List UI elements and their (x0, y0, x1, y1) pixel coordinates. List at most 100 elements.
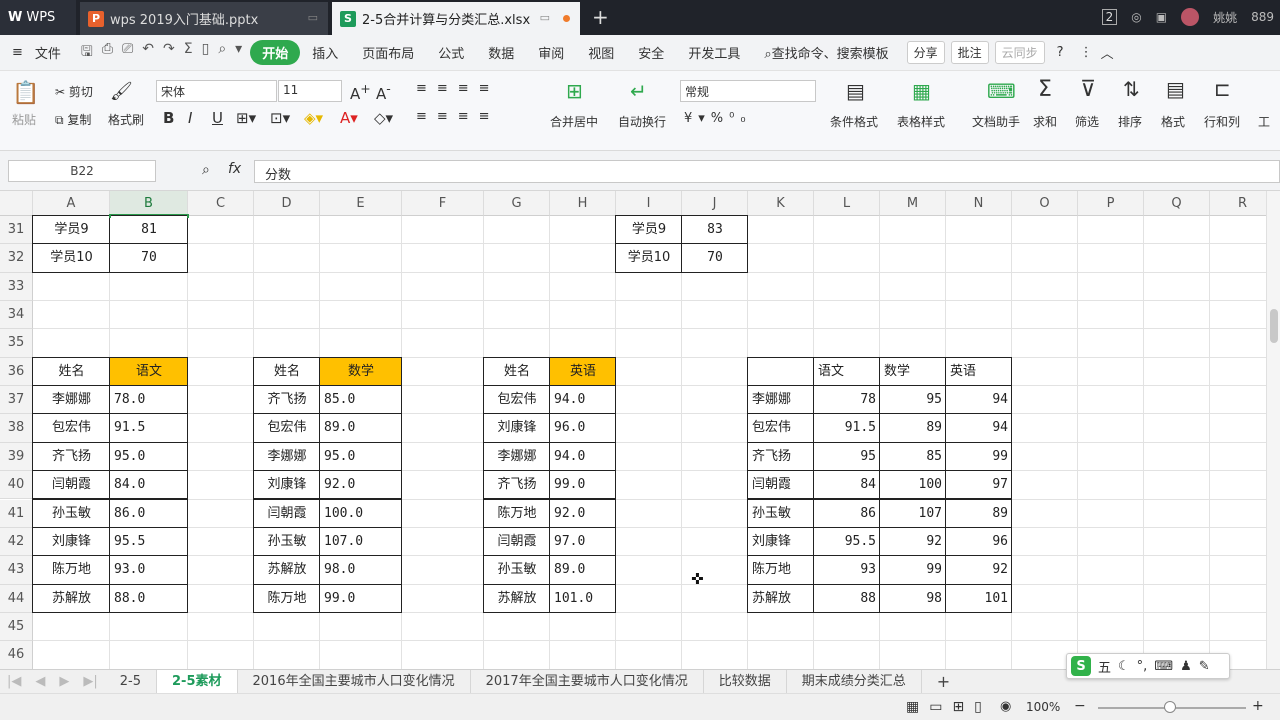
punctuation-icon[interactable]: °, (1137, 659, 1148, 674)
zoom-slider-knob[interactable] (1164, 701, 1176, 713)
row-header-45[interactable]: 45 (0, 612, 33, 642)
name-cell[interactable]: 刘康锋 (484, 414, 550, 442)
doc-tab-xlsx[interactable]: S 2-5合并计算与分类汇总.xlsx ▭ (332, 2, 580, 35)
table-header[interactable]: 姓名 (484, 358, 550, 386)
sum-icon[interactable]: Σ (184, 41, 193, 65)
cell-merge-icon[interactable]: ⊡▾ (270, 109, 290, 127)
ime-toolbar[interactable]: S 五 ☾ °, ⌨ ♟ ✎ (1066, 653, 1230, 679)
more-options-icon[interactable]: ⋮ (1076, 45, 1097, 60)
zoom-in-button[interactable]: + (1252, 698, 1264, 714)
italic-icon[interactable]: I (188, 109, 192, 127)
undo-icon[interactable]: ↶ (142, 41, 154, 65)
score-cell[interactable]: 92.0 (320, 471, 402, 499)
name-cell[interactable]: 刘康锋 (748, 528, 814, 556)
row-header-43[interactable]: 43 (0, 556, 33, 585)
sum-icon[interactable]: Σ (1038, 77, 1052, 102)
column-header-k[interactable]: K (748, 191, 814, 216)
score-cell[interactable]: 92 (880, 528, 946, 556)
column-header-h[interactable]: H (550, 191, 616, 216)
wrap-text-icon[interactable]: ↵ (630, 79, 647, 103)
sogou-ime-icon[interactable]: S (1071, 656, 1091, 676)
score-cell[interactable]: 89.0 (320, 414, 402, 442)
score-cell[interactable]: 94.0 (550, 386, 616, 414)
row-header-37[interactable]: 37 (0, 386, 33, 415)
name-cell[interactable]: 齐飞扬 (254, 386, 320, 414)
column-header-c[interactable]: C (188, 191, 254, 216)
score-cell[interactable]: 89.0 (550, 556, 616, 584)
name-cell[interactable]: 苏解放 (748, 585, 814, 613)
name-cell[interactable]: 闫朝霞 (33, 471, 110, 499)
score-cell[interactable]: 78 (814, 386, 880, 414)
score-cell[interactable]: 83 (682, 216, 748, 244)
filter-button[interactable]: 筛选 (1075, 113, 1099, 130)
row-header-32[interactable]: 32 (0, 244, 33, 273)
score-cell[interactable]: 94 (946, 414, 1012, 442)
table-header[interactable]: 姓名 (254, 358, 320, 386)
table-header[interactable]: 数学 (320, 358, 402, 386)
student-name-cell[interactable]: 学员9 (33, 216, 110, 244)
float-window-icon[interactable]: ▭ (540, 11, 550, 24)
save-icon[interactable]: 🖫 (81, 41, 93, 65)
name-cell[interactable]: 闫朝霞 (748, 471, 814, 499)
score-cell[interactable]: 107.0 (320, 528, 402, 556)
name-cell[interactable]: 包宏伟 (484, 386, 550, 414)
column-header-e[interactable]: E (320, 191, 402, 216)
name-cell[interactable]: 齐飞扬 (33, 443, 110, 471)
sheet-tab-active[interactable]: 2-5素材 (157, 669, 238, 694)
score-cell[interactable]: 96.0 (550, 414, 616, 442)
row-header-46[interactable]: 46 (0, 641, 33, 669)
font-color-icon[interactable]: A▾ (340, 109, 358, 127)
keyboard-icon[interactable]: ⌨ (1154, 659, 1173, 674)
file-menu[interactable]: 文件 (35, 43, 73, 62)
name-cell[interactable]: 闫朝霞 (484, 528, 550, 556)
copy-button[interactable]: ⧉ 复制 (55, 111, 91, 128)
name-cell[interactable]: 孙玉敏 (254, 528, 320, 556)
column-header-n[interactable]: N (946, 191, 1012, 216)
column-header-g[interactable]: G (484, 191, 550, 216)
skin-icon[interactable]: ▣ (1156, 10, 1167, 24)
format-button[interactable]: 格式 (1161, 113, 1185, 130)
name-cell[interactable]: 苏解放 (484, 585, 550, 613)
name-cell[interactable]: 孙玉敏 (484, 556, 550, 584)
table-header[interactable]: 姓名 (33, 358, 110, 386)
tab-page-layout[interactable]: 页面布局 (350, 43, 426, 62)
tab-insert[interactable]: 插入 (300, 43, 350, 62)
number-format-select[interactable]: 常规 (680, 80, 816, 102)
score-cell[interactable]: 100 (880, 471, 946, 499)
wrap-text-button[interactable]: 自动换行 (618, 113, 666, 130)
merge-center-button[interactable]: 合并居中 (550, 113, 598, 130)
paste-button[interactable]: 粘贴 (12, 111, 36, 128)
score-cell[interactable]: 89 (880, 414, 946, 442)
window-count-badge[interactable]: 2 (1101, 9, 1118, 25)
hamburger-icon[interactable]: ≡ (0, 45, 35, 60)
wps-home-tab[interactable]: W WPS (0, 0, 76, 35)
score-cell[interactable]: 95.0 (110, 443, 188, 471)
score-cell[interactable]: 99.0 (550, 471, 616, 499)
score-cell[interactable]: 84 (814, 471, 880, 499)
prev-sheet-icon[interactable]: ◀ (28, 674, 52, 689)
score-cell[interactable]: 99 (880, 556, 946, 584)
column-header-a[interactable]: A (33, 191, 110, 216)
name-cell[interactable]: 陈万地 (484, 500, 550, 528)
row-header-39[interactable]: 39 (0, 442, 33, 472)
ime-mode-label[interactable]: 五 (1098, 657, 1111, 676)
name-cell[interactable]: 陈万地 (748, 556, 814, 584)
merged-header[interactable] (748, 358, 814, 386)
score-cell[interactable]: 91.5 (814, 414, 880, 442)
conditional-format-button[interactable]: 条件格式 (830, 113, 878, 130)
print-icon[interactable]: ⎚ (122, 41, 133, 65)
score-cell[interactable]: 107 (880, 500, 946, 528)
name-cell[interactable]: 孙玉敏 (33, 500, 110, 528)
spreadsheet-grid[interactable]: A B C D E F G H I J K L M N O P Q R 31 32 33 34 35 36 37 38 39 40 41… (0, 191, 1280, 669)
row-header-34[interactable]: 34 (0, 301, 33, 330)
column-header-o[interactable]: O (1012, 191, 1078, 216)
first-sheet-icon[interactable]: |◀ (0, 674, 28, 689)
redo-icon[interactable]: ↷ (163, 41, 175, 65)
sheet-tab[interactable]: 2-5 (105, 669, 158, 694)
merge-center-icon[interactable]: ⊞ (566, 79, 583, 103)
score-cell[interactable]: 70 (110, 244, 188, 272)
tab-data[interactable]: 数据 (476, 43, 526, 62)
score-cell[interactable]: 94.0 (550, 443, 616, 471)
tab-view[interactable]: 视图 (576, 43, 626, 62)
row-header-38[interactable]: 38 (0, 414, 33, 443)
